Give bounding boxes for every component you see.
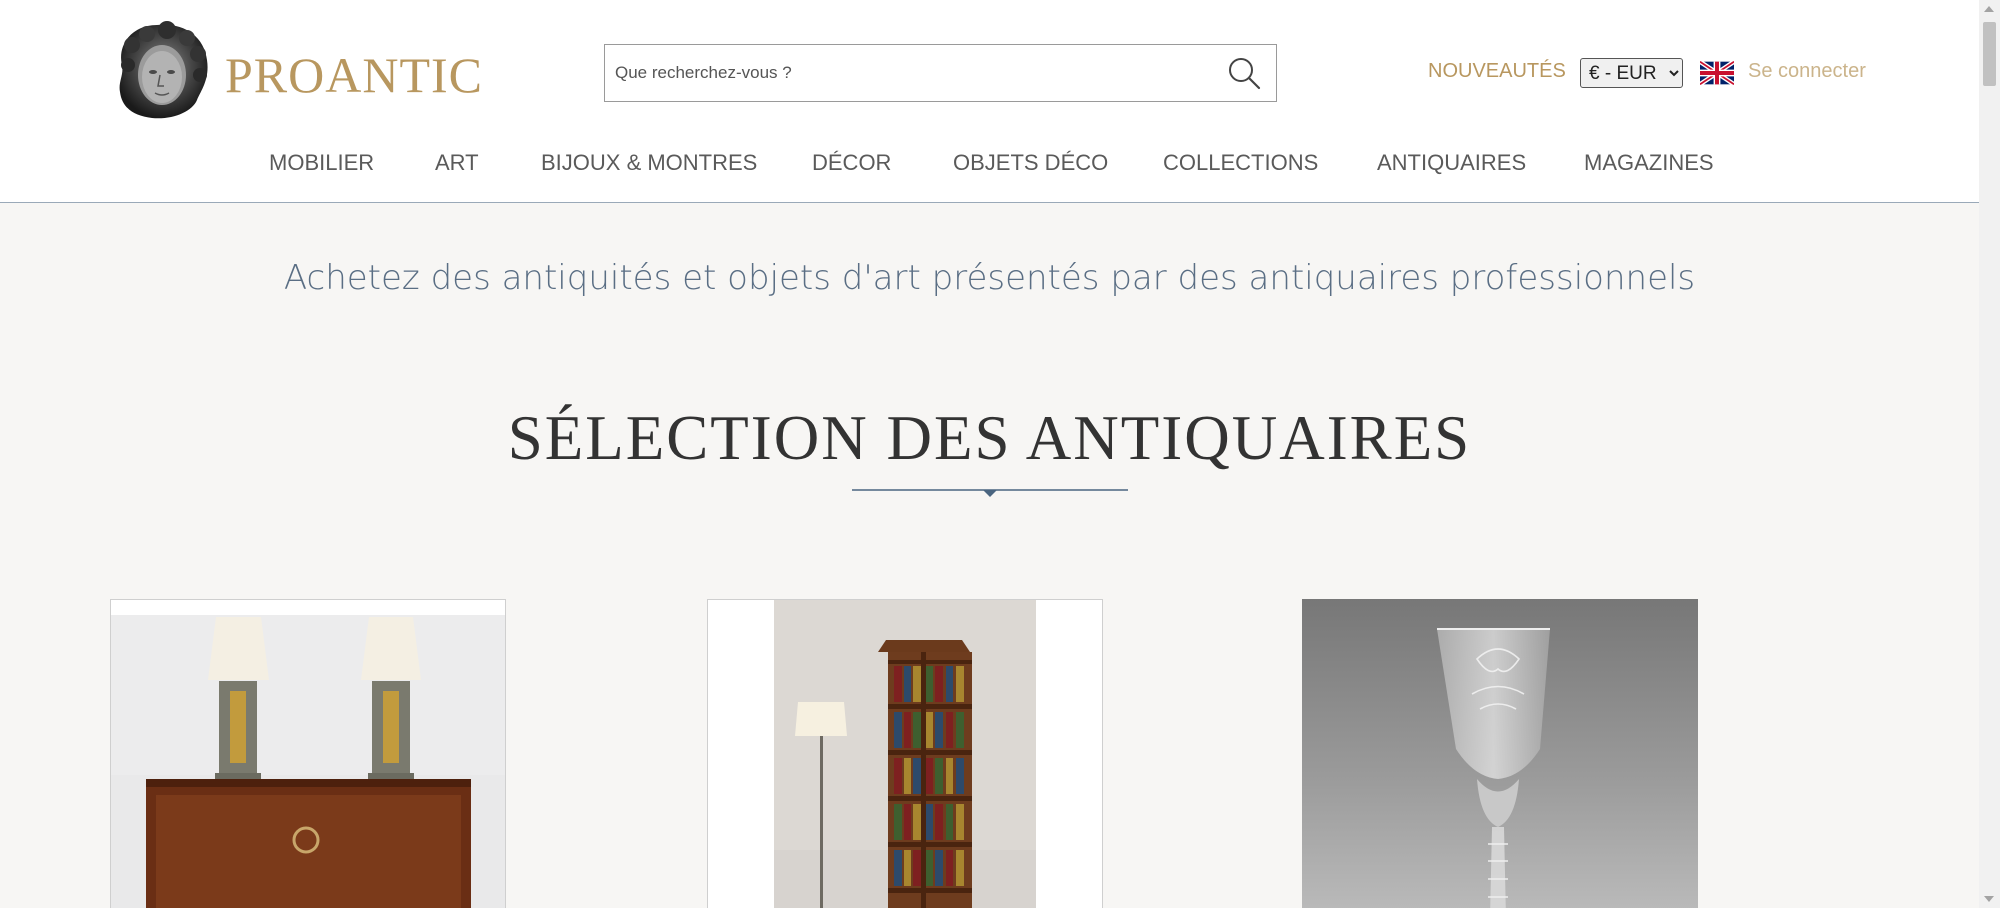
logo-text[interactable]: PROANTIC [225,46,483,104]
search-icon[interactable] [1226,55,1262,91]
nav-item-decor[interactable]: DÉCOR [812,150,891,176]
search-input[interactable] [615,45,1205,101]
search-box [604,44,1277,102]
nav-item-art[interactable]: ART [435,150,479,176]
product-image-goblet[interactable] [1302,599,1698,908]
site-header: PROANTIC NOUVEAUTÉS € - EUR Se connecter… [0,0,1979,203]
nav-item-antiquaires[interactable]: ANTIQUAIRES [1377,150,1526,176]
product-image-bookcase[interactable] [774,600,1036,908]
nav-item-collections[interactable]: COLLECTIONS [1163,150,1318,176]
nouveautes-link[interactable]: NOUVEAUTÉS [1428,60,1566,83]
login-link[interactable]: Se connecter [1748,60,1866,83]
scroll-thumb[interactable] [1983,22,1996,86]
scroll-down-arrow-icon[interactable] [1984,896,1994,902]
main-nav: MOBILIER ART BIJOUX & MONTRES DÉCOR OBJE… [0,150,1979,180]
section-title: SÉLECTION DES ANTIQUAIRES [507,403,1472,473]
page-tagline: Achetez des antiquités et objets d'art p… [0,258,1979,298]
title-divider [852,489,1128,497]
product-card[interactable] [110,599,506,908]
page-scrollbar[interactable] [1979,0,2000,908]
nav-item-magazines[interactable]: MAGAZINES [1584,150,1714,176]
product-image-sideboard[interactable] [111,615,506,908]
nav-item-objets-deco[interactable]: OBJETS DÉCO [953,150,1108,176]
uk-flag-icon[interactable] [1700,61,1734,85]
product-card[interactable] [1302,599,1698,908]
tagline-text: Achetez des antiquités et objets d'art p… [283,258,1696,298]
logo-bust-icon[interactable] [112,20,212,122]
currency-select[interactable]: € - EUR [1580,58,1683,88]
nav-item-mobilier[interactable]: MOBILIER [269,150,374,176]
scroll-up-arrow-icon[interactable] [1984,6,1994,12]
product-card[interactable] [707,599,1103,908]
nav-item-bijoux-montres[interactable]: BIJOUX & MONTRES [541,150,757,176]
